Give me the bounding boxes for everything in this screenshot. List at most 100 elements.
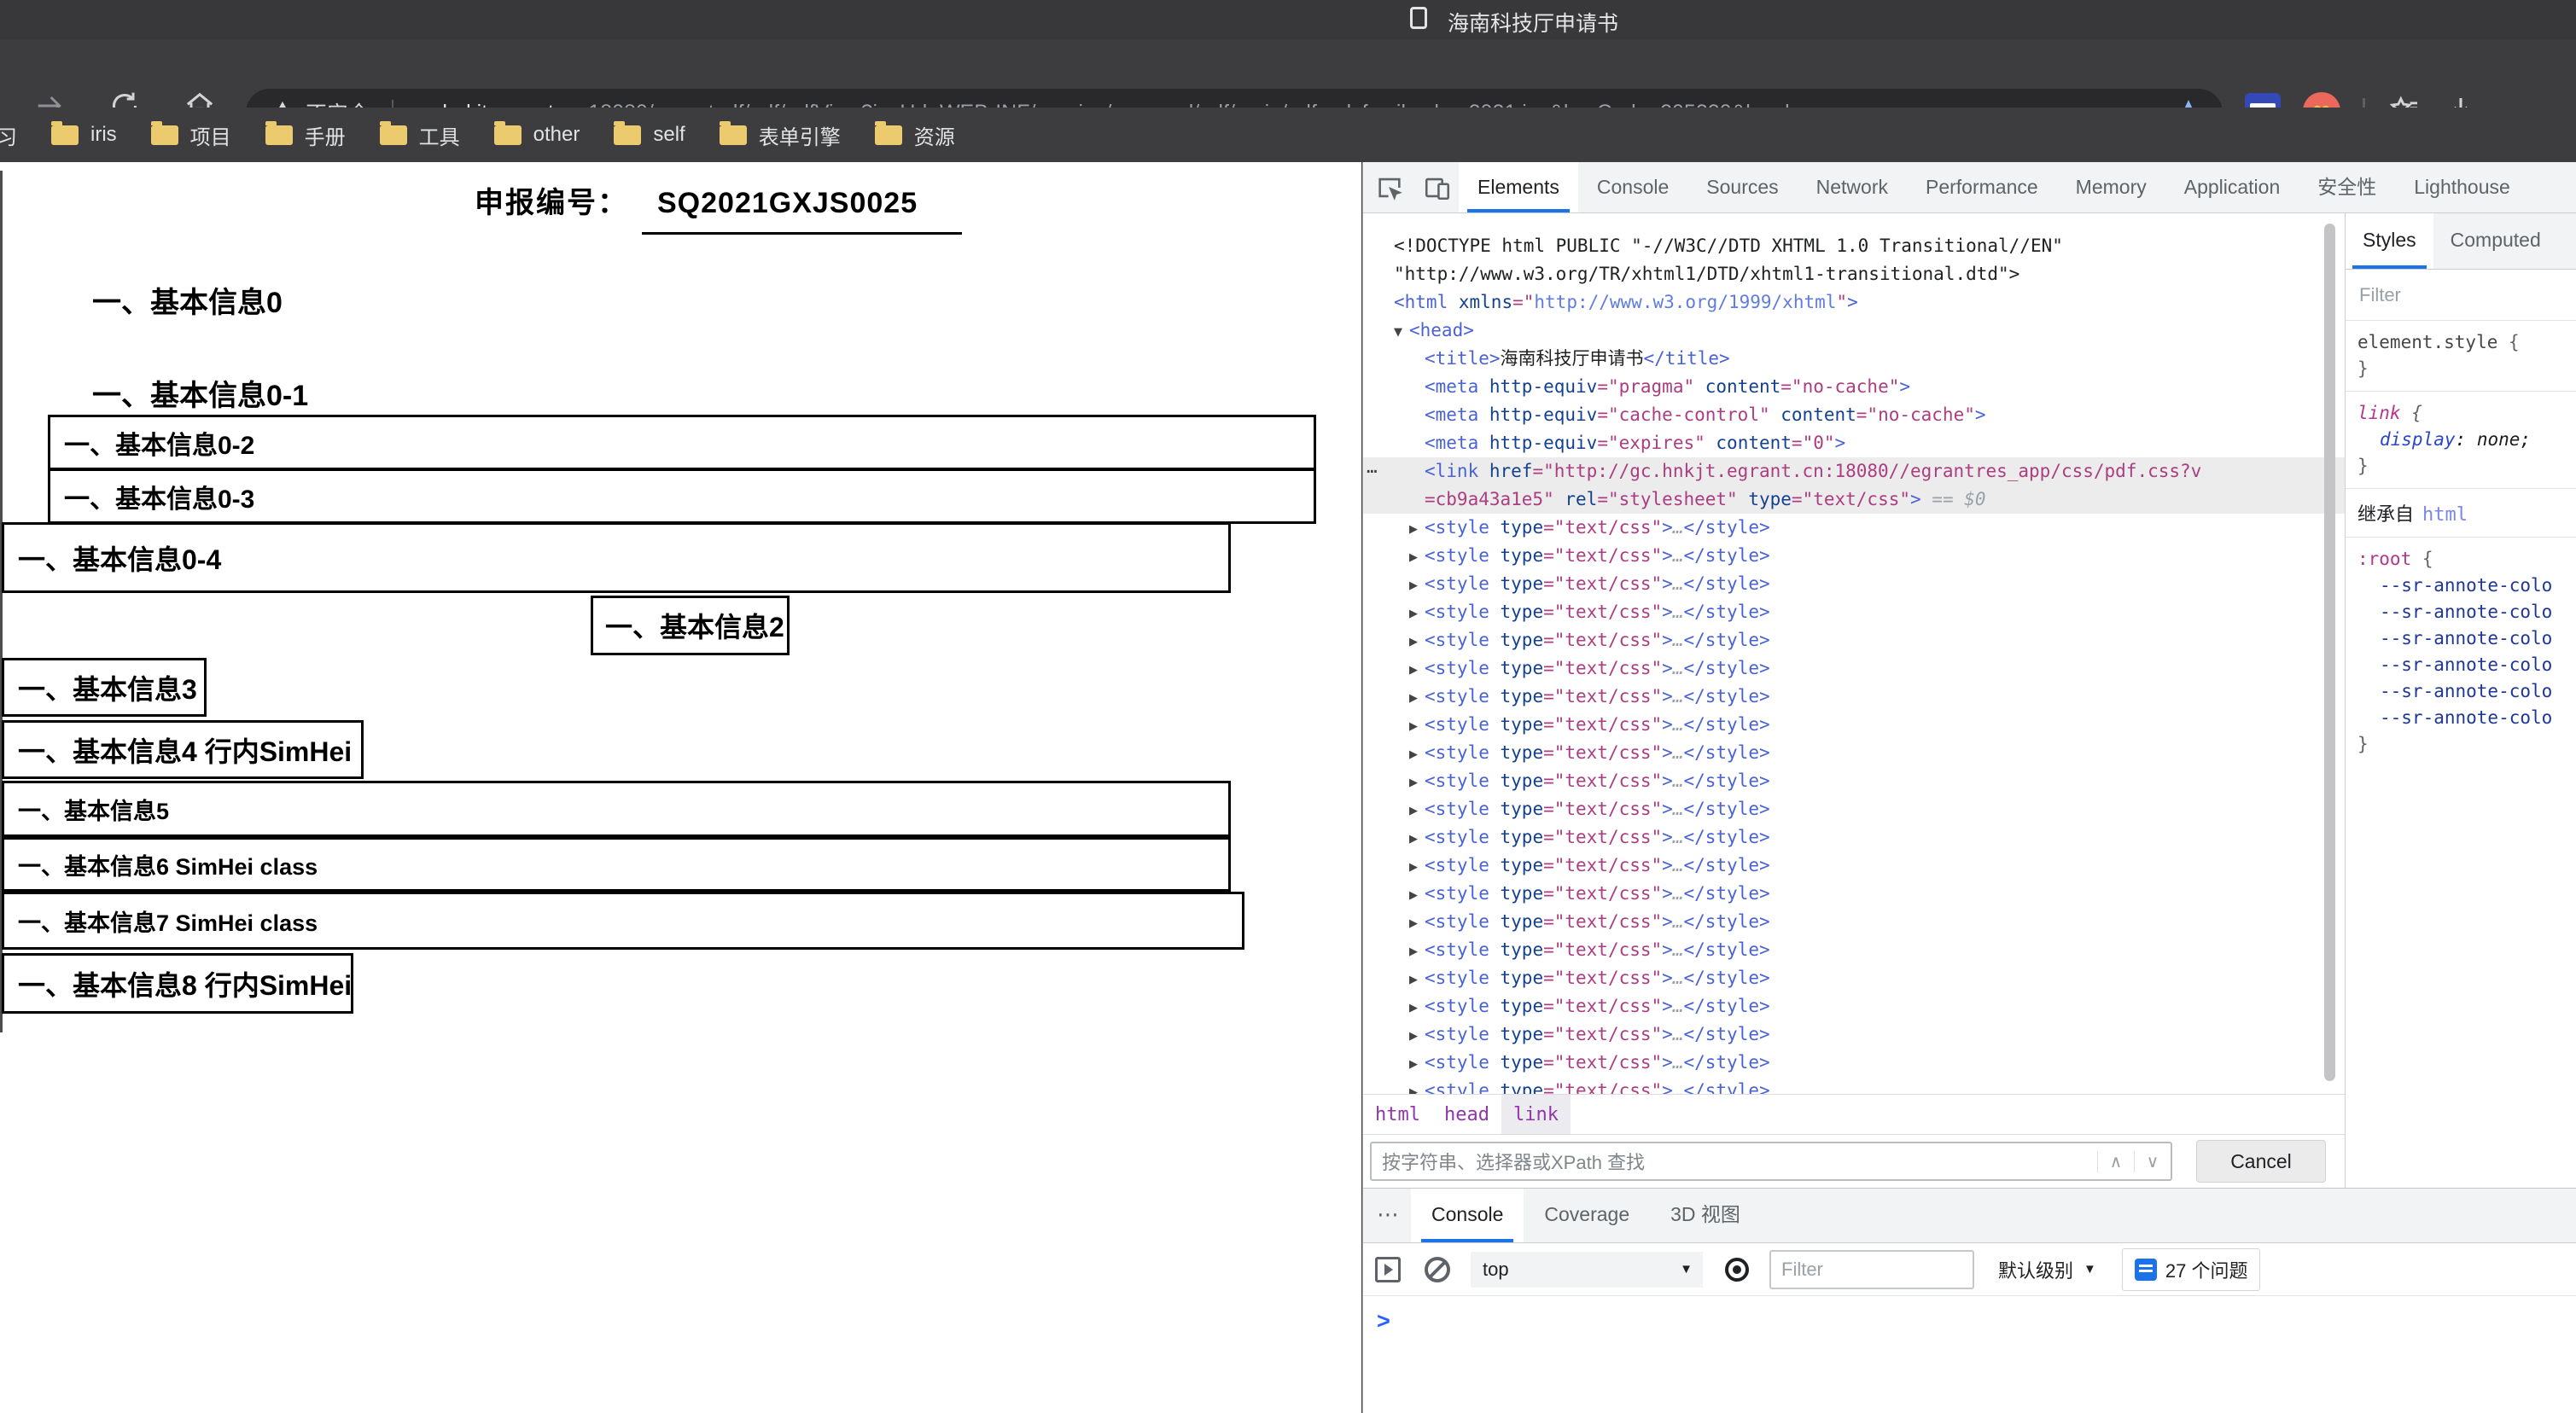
styles-filter-input[interactable]: Filter: [2346, 270, 2576, 321]
disclosure-arrow-icon[interactable]: ▶: [1409, 628, 1425, 656]
css-custom-property[interactable]: --sr-annote-colo: [2357, 625, 2576, 652]
disclosure-arrow-icon[interactable]: ▶: [1409, 910, 1425, 938]
dom-node[interactable]: ▶<style type="text/css">…</style>: [1363, 654, 2345, 683]
dom-node[interactable]: ▶<style type="text/css">…</style>: [1363, 936, 2345, 964]
css-custom-property[interactable]: --sr-annote-colo: [2357, 573, 2576, 599]
dom-node[interactable]: ▶<style type="text/css">…</style>: [1363, 852, 2345, 880]
dom-node[interactable]: <html xmlns="http://www.w3.org/1999/xhtm…: [1363, 288, 2345, 317]
log-level-dropdown[interactable]: 默认级别 ▼: [1998, 1256, 2096, 1283]
inherited-from-link[interactable]: html: [2422, 504, 2468, 526]
devtools-tab-elements[interactable]: Elements: [1459, 162, 1578, 212]
dom-node[interactable]: ▼<head>: [1363, 317, 2345, 345]
dom-node[interactable]: ▶<style type="text/css">…</style>: [1363, 880, 2345, 908]
dom-node[interactable]: ▶<style type="text/css">…</style>: [1363, 570, 2345, 598]
dom-node[interactable]: ▶<style type="text/css">…</style>: [1363, 964, 2345, 992]
devtools-tab-lighthouse[interactable]: Lighthouse: [2395, 162, 2529, 212]
console-sidebar-toggle-icon[interactable]: [1375, 1257, 1401, 1282]
disclosure-arrow-icon[interactable]: ▶: [1409, 1050, 1425, 1079]
disclosure-arrow-icon[interactable]: ▶: [1409, 741, 1425, 769]
devtools-tab-network[interactable]: Network: [1798, 162, 1907, 212]
disclosure-arrow-icon[interactable]: ▶: [1409, 656, 1425, 684]
scrollbar-thumb[interactable]: [2324, 224, 2335, 1081]
rule-root[interactable]: :root { --sr-annote-colo--sr-annote-colo…: [2346, 538, 2576, 766]
dom-node[interactable]: <meta http-equiv="cache-control" content…: [1363, 401, 2345, 429]
dom-node[interactable]: <meta http-equiv="pragma" content="no-ca…: [1363, 373, 2345, 401]
bookmark-item[interactable]: 工具: [380, 120, 460, 150]
dom-node-selected[interactable]: =cb9a43a1e5" rel="stylesheet" type="text…: [1363, 486, 2345, 514]
disclosure-arrow-icon[interactable]: ▶: [1409, 515, 1425, 544]
rule-link[interactable]: link { display: none; }: [2346, 392, 2576, 489]
inspect-element-icon[interactable]: [1375, 173, 1404, 202]
node-more-actions-icon[interactable]: ⋯: [1367, 457, 1378, 486]
dom-node[interactable]: <!DOCTYPE html PUBLIC "-//W3C//DTD XHTML…: [1363, 232, 2345, 260]
bookmark-item[interactable]: 资源: [875, 120, 955, 150]
console-prompt[interactable]: >: [1377, 1308, 1390, 1334]
dom-node[interactable]: ▶<style type="text/css">…</style>: [1363, 626, 2345, 654]
disclosure-arrow-icon[interactable]: ▶: [1409, 853, 1425, 881]
dom-node[interactable]: ▶<style type="text/css">…</style>: [1363, 767, 2345, 795]
device-toolbar-icon[interactable]: [1423, 173, 1452, 202]
dom-node[interactable]: ▶<style type="text/css">…</style>: [1363, 1049, 2345, 1077]
tab-title[interactable]: 海南科技厅申请书: [1448, 7, 1618, 38]
disclosure-arrow-icon[interactable]: ▶: [1409, 1022, 1425, 1050]
dom-node[interactable]: ▶<style type="text/css">…</style>: [1363, 908, 2345, 936]
dom-node[interactable]: "http://www.w3.org/TR/xhtml1/DTD/xhtml1-…: [1363, 260, 2345, 288]
clear-console-icon[interactable]: [1425, 1257, 1450, 1282]
context-selector[interactable]: top ▼: [1471, 1252, 1703, 1288]
dom-node[interactable]: ▶<style type="text/css">…</style>: [1363, 514, 2345, 542]
styles-tab-styles[interactable]: Styles: [2346, 213, 2433, 269]
disclosure-arrow-icon[interactable]: ▶: [1409, 825, 1425, 853]
breadcrumb-link[interactable]: link: [1501, 1095, 1571, 1134]
disclosure-arrow-icon[interactable]: ▶: [1409, 572, 1425, 600]
devtools-tab-sources[interactable]: Sources: [1687, 162, 1797, 212]
disclosure-arrow-icon[interactable]: ▶: [1409, 797, 1425, 825]
dom-node[interactable]: ▶<style type="text/css">…</style>: [1363, 711, 2345, 739]
css-custom-property[interactable]: --sr-annote-colo: [2357, 599, 2576, 625]
rule-element-style[interactable]: element.style { }: [2346, 321, 2576, 392]
dom-node[interactable]: ▶<style type="text/css">…</style>: [1363, 739, 2345, 767]
disclosure-arrow-icon[interactable]: ▶: [1409, 994, 1425, 1022]
drawer-menu-icon[interactable]: ⋯: [1377, 1189, 1411, 1242]
devtools-tab-performance[interactable]: Performance: [1907, 162, 2057, 212]
breadcrumb-html[interactable]: html: [1363, 1104, 1432, 1125]
devtools-tab-application[interactable]: Application: [2165, 162, 2299, 212]
bookmark-item[interactable]: iris: [51, 123, 117, 147]
dom-node[interactable]: ▶<style type="text/css">…</style>: [1363, 795, 2345, 823]
devtools-tab-memory[interactable]: Memory: [2057, 162, 2165, 212]
dom-node[interactable]: ▶<style type="text/css">…</style>: [1363, 823, 2345, 852]
dom-node[interactable]: ▶<style type="text/css">…</style>: [1363, 598, 2345, 626]
dom-node[interactable]: <title>海南科技厅申请书</title>: [1363, 345, 2345, 373]
devtools-tab-安全性[interactable]: 安全性: [2299, 162, 2395, 212]
css-custom-property[interactable]: --sr-annote-colo: [2357, 705, 2576, 731]
dom-node[interactable]: ▶<style type="text/css">…</style>: [1363, 1020, 2345, 1049]
dom-node[interactable]: ▶<style type="text/css">…</style>: [1363, 542, 2345, 570]
dom-node-selected[interactable]: ⋯<link href="http://gc.hnkjt.egrant.cn:1…: [1363, 457, 2345, 486]
bookmark-item[interactable]: 项目: [151, 120, 231, 150]
bookmark-item[interactable]: 学习: [0, 120, 17, 150]
dom-node[interactable]: ▶<style type="text/css">…</style>: [1363, 1077, 2345, 1094]
disclosure-arrow-icon[interactable]: ▶: [1409, 1079, 1425, 1094]
live-expression-eye-icon[interactable]: [1725, 1258, 1749, 1282]
drawer-tab-console[interactable]: Console: [1411, 1189, 1524, 1242]
disclosure-arrow-icon[interactable]: ▶: [1409, 769, 1425, 797]
bookmark-item[interactable]: 手册: [265, 120, 346, 150]
elements-tree[interactable]: <!DOCTYPE html PUBLIC "-//W3C//DTD XHTML…: [1363, 213, 2345, 1094]
styles-tab-computed[interactable]: Computed: [2433, 213, 2558, 269]
search-input[interactable]: 按字符串、选择器或XPath 查找 ∧ ∨: [1370, 1142, 2172, 1181]
search-next-icon[interactable]: ∨: [2134, 1151, 2171, 1172]
bookmark-item[interactable]: other: [494, 123, 580, 147]
css-custom-property[interactable]: --sr-annote-colo: [2357, 678, 2576, 705]
dom-node[interactable]: ▶<style type="text/css">…</style>: [1363, 683, 2345, 711]
disclosure-arrow-icon[interactable]: ▶: [1409, 544, 1425, 572]
breadcrumb-head[interactable]: head: [1432, 1104, 1501, 1125]
disclosure-arrow-icon[interactable]: ▶: [1409, 600, 1425, 628]
search-prev-icon[interactable]: ∧: [2097, 1151, 2134, 1172]
console-filter-input[interactable]: Filter: [1769, 1250, 1974, 1289]
dom-node[interactable]: <meta http-equiv="expires" content="0">: [1363, 429, 2345, 457]
devtools-tab-console[interactable]: Console: [1578, 162, 1687, 212]
css-custom-property[interactable]: --sr-annote-colo: [2357, 652, 2576, 678]
cancel-button[interactable]: Cancel: [2196, 1140, 2326, 1183]
dom-node[interactable]: ▶<style type="text/css">…</style>: [1363, 992, 2345, 1020]
drawer-tab-coverage[interactable]: Coverage: [1524, 1189, 1650, 1242]
disclosure-arrow-icon[interactable]: ▶: [1409, 881, 1425, 910]
